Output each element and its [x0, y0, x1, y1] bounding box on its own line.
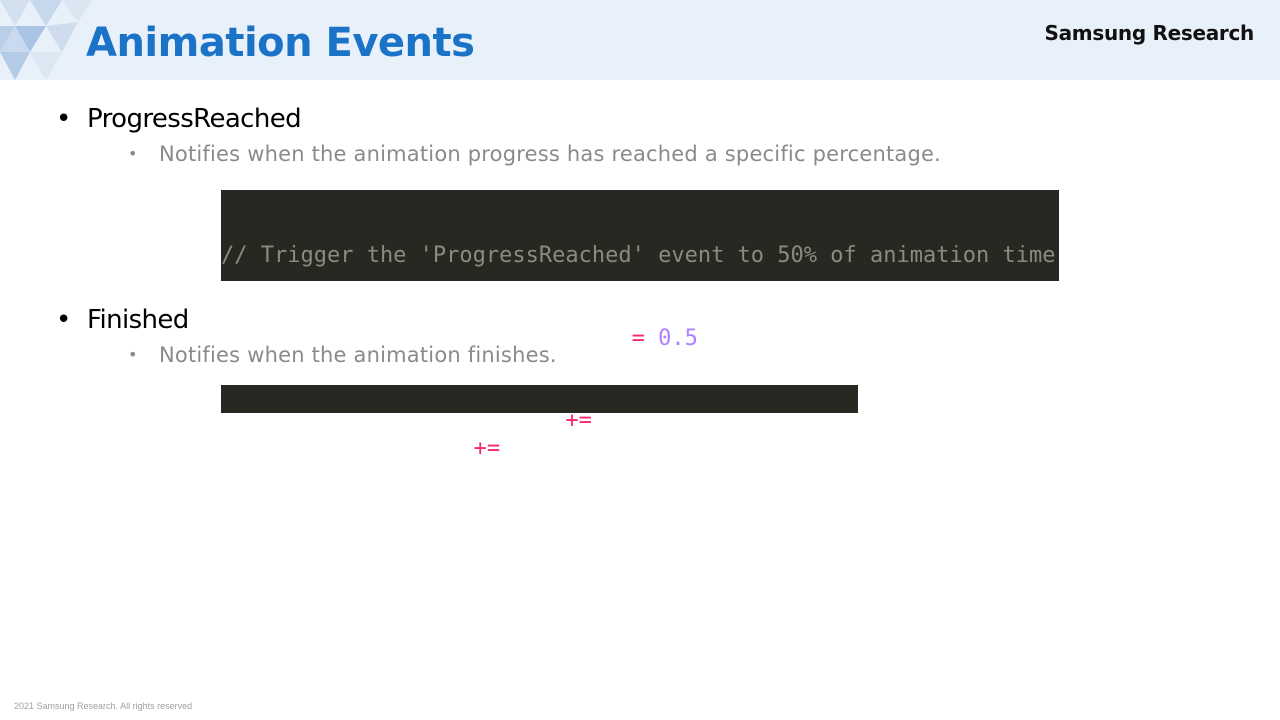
code-text: ; — [697, 325, 712, 351]
code-block-finished: animation.Finished += animationFinishedC… — [221, 385, 858, 461]
sub-bullet-icon: • — [128, 345, 138, 364]
code-operator: = — [631, 325, 645, 351]
bullet-icon: • — [56, 104, 71, 134]
sub-bullet-icon: • — [128, 144, 138, 163]
bullet-finished: • Finished — [56, 305, 189, 335]
bullet-progress-reached: • ProgressReached — [56, 104, 302, 134]
sub-bullet-finished: • Notifies when the animation finishes. — [128, 343, 557, 367]
bullet-icon: • — [56, 305, 71, 335]
sub-bullet-progress-reached: • Notifies when the animation progress ha… — [128, 142, 941, 166]
code-number: 0.5 — [658, 325, 698, 351]
triangle-pattern-decoration — [0, 0, 92, 80]
code-line-comment: // Trigger the 'ProgressReached' event t… — [221, 240, 1059, 273]
slide-title: Animation Events — [86, 20, 475, 66]
code-line-finished: animation.Finished += animationFinishedC… — [222, 435, 858, 463]
code-text: animationFinishedCallback; — [500, 436, 858, 461]
code-block-progress-reached: // Trigger the 'ProgressReached' event t… — [221, 190, 1059, 433]
brand-logo: Samsung Research — [1044, 21, 1255, 45]
sub-bullet-text: Notifies when the animation finishes. — [159, 343, 557, 367]
code-comment: // Trigger the 'ProgressReached' event t… — [221, 243, 1056, 268]
code-operator: += — [473, 436, 501, 461]
bullet-heading: ProgressReached — [87, 104, 302, 134]
code-text: animation.Finished — [222, 436, 474, 461]
slide-header: Animation Events Samsung Research — [0, 0, 1280, 80]
sub-bullet-text: Notifies when the animation progress has… — [159, 142, 942, 166]
bullet-heading: Finished — [87, 305, 189, 335]
footer-copyright: 2021 Samsung Research. All rights reserv… — [14, 701, 193, 711]
